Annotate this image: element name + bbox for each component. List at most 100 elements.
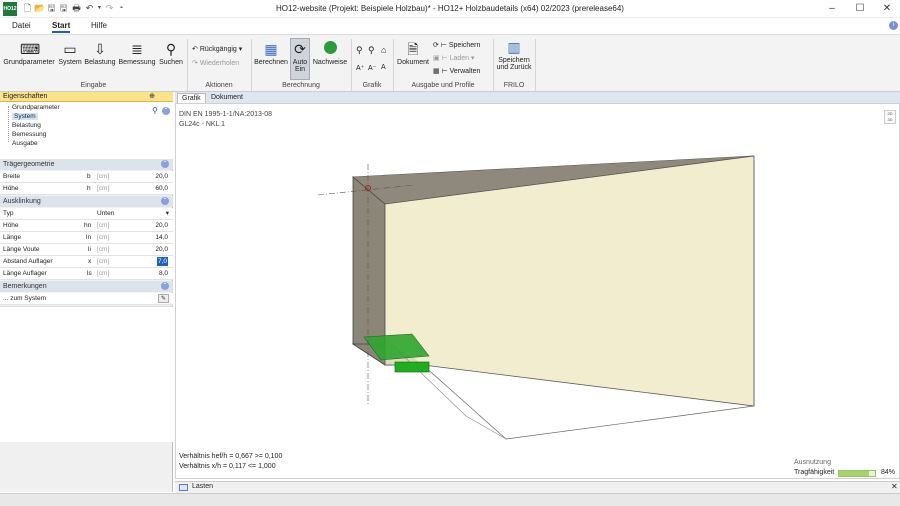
suchen-button[interactable]: ⚲ Suchen [157, 41, 185, 66]
calculator-icon: ▦ [264, 41, 278, 57]
redo-label: Wiederholen [199, 60, 240, 67]
menu-start[interactable]: Start [52, 21, 71, 33]
auto-ein-toggle[interactable]: ⟳ Auto Ein [290, 38, 310, 80]
minimize-button[interactable]: – [822, 2, 842, 16]
font-increase-icon[interactable]: A⁺ [356, 64, 364, 72]
collapse-icon[interactable]: ⌃ [161, 282, 169, 290]
view-tabs: Grafik Dokument [175, 92, 900, 103]
auto-label: Auto [292, 59, 308, 66]
tab-grafik[interactable]: Grafik [177, 93, 206, 103]
berechnen-button[interactable]: ▦ Berechnen [253, 41, 289, 66]
text-style-icon[interactable]: A [381, 64, 386, 71]
suchen-label: Suchen [159, 59, 183, 66]
menu-bar: Datei Start Hilfe i [0, 18, 900, 34]
panel-empty-area [0, 306, 173, 442]
properties-header: Eigenschaften ⊕ [0, 92, 173, 102]
properties-title: Eigenschaften [3, 93, 48, 100]
menu-datei[interactable]: Datei [12, 21, 31, 30]
group-ausgabe-label: Ausgabe und Profile [411, 82, 475, 89]
unit-breite: [cm] [97, 173, 110, 180]
dokument-label: Dokument [397, 59, 429, 66]
lasten-icon [179, 484, 188, 491]
row-hoehe: Höhe h [cm] 60,0 [0, 183, 173, 195]
system-button[interactable]: ▭ System [56, 41, 84, 66]
undo-icon-small: ↶ [192, 46, 200, 53]
auto-refresh-icon: ⟳ [294, 41, 306, 57]
nachweise-button[interactable]: Nachweise [312, 41, 348, 66]
grundparameter-button[interactable]: ⌨ Grundparameter [3, 41, 55, 66]
unit-x: [cm] [97, 258, 110, 265]
system-label: System [58, 59, 82, 66]
frilo-line1: Speichern [498, 57, 530, 64]
row-bemerkung: ... zum System ✎ [0, 293, 173, 305]
profile-refresh-icon: ⟳ ⊢ [433, 42, 449, 49]
edit-note-icon[interactable]: ✎ [158, 294, 169, 303]
search-icon[interactable]: ⚲ [152, 106, 158, 115]
tree-item-bemessung[interactable]: Bemessung [12, 131, 46, 138]
utilization-value: 84% [881, 469, 896, 476]
bemessung-button[interactable]: ≣ Bemessung [117, 41, 157, 66]
label-ln: Länge [3, 234, 22, 241]
menu-hilfe[interactable]: Hilfe [91, 21, 107, 30]
speichern-zurueck-button[interactable]: ▥ Speichern und Zurück [495, 39, 533, 71]
label-x: Abstand Auflager [3, 258, 53, 265]
status-bar [0, 493, 900, 506]
verwalten-profile-button[interactable]: ▦ ⊢ Verwalten [433, 67, 480, 75]
font-decrease-icon[interactable]: A⁻ [368, 64, 376, 72]
label-ls: Länge Auflager [3, 270, 47, 277]
bemessung-label: Bemessung [118, 59, 156, 66]
graphic-canvas[interactable]: DIN EN 1995-1-1/NA:2013-08 GL24c - NKL 1… [175, 103, 900, 479]
group-aktionen-label: Aktionen [205, 82, 233, 89]
row-x: Abstand Auflager x [cm] 7,0 [0, 256, 173, 268]
tree-item-system[interactable]: System [12, 113, 38, 120]
ln-field[interactable]: 14,0 [155, 232, 168, 244]
collapse-tree-icon[interactable]: ⌃ [162, 107, 170, 115]
bemerkung-field[interactable]: ... zum System [3, 293, 46, 305]
section-ausklinkung[interactable]: Ausklinkung ⌃ [0, 196, 173, 207]
utilization-title: Ausnutzung [794, 459, 831, 466]
collapse-icon[interactable]: ⌃ [161, 160, 169, 168]
laden-profile-label: Laden [449, 55, 470, 62]
tree-item-grundparameter[interactable]: Grundparameter [12, 104, 60, 111]
dokument-button[interactable]: 🗎 Dokument [396, 41, 430, 66]
green-status-icon [321, 41, 339, 57]
lasten-panel-tab[interactable]: Lasten ✕ [175, 481, 900, 493]
redo-button[interactable]: ↷ Wiederholen [192, 59, 239, 67]
close-button[interactable]: ✕ [877, 2, 897, 16]
hoehe-field[interactable]: 60,0 [155, 183, 168, 195]
grundparameter-icon: ⌨ [20, 41, 41, 57]
redo-icon-small: ↷ [192, 60, 200, 67]
speichern-profile-button[interactable]: ⟳ ⊢ Speichern [433, 41, 480, 49]
typ-select[interactable]: Unten [97, 208, 114, 220]
tree-item-belastung[interactable]: Belastung [12, 122, 41, 129]
breite-field[interactable]: 20,0 [155, 171, 168, 183]
li-field[interactable]: 20,0 [155, 244, 168, 256]
sym-ln: ln [86, 234, 92, 241]
hn-field[interactable]: 20,0 [155, 220, 168, 232]
collapse-icon[interactable]: ⌃ [161, 197, 169, 205]
home-view-icon[interactable]: ⌂ [381, 45, 386, 55]
section-bemerkungen-title: Bemerkungen [3, 283, 47, 290]
beam-3d-drawing [317, 155, 755, 440]
undo-button[interactable]: ↶ Rückgängig ▾ [192, 45, 242, 53]
group-berechnung-label: Berechnung [282, 82, 320, 89]
help-icon[interactable]: i [889, 21, 898, 30]
close-icon[interactable]: ✕ [891, 482, 898, 491]
belastung-button[interactable]: ⇩ Belastung [84, 41, 116, 66]
tree-item-ausgabe[interactable]: Ausgabe [12, 140, 38, 147]
laden-profile-button[interactable]: ▣ ⊢ Laden ▾ [433, 54, 475, 62]
chevron-down-icon[interactable]: ▾ [166, 208, 169, 220]
pin-icon[interactable]: ⊕ [149, 92, 155, 102]
ls-field[interactable]: 8,0 [159, 268, 168, 280]
x-field[interactable]: 7,0 [156, 257, 168, 266]
unit-ls: [cm] [97, 270, 110, 277]
belastung-label: Belastung [84, 59, 116, 66]
section-bemerkungen[interactable]: Bemerkungen ⌃ [0, 281, 173, 292]
label-hn: Höhe [3, 222, 19, 229]
zoom-out-icon[interactable]: ⚲ [356, 45, 363, 56]
section-ausklinkung-title: Ausklinkung [3, 198, 41, 205]
tab-dokument[interactable]: Dokument [207, 93, 247, 103]
section-traegergeometrie[interactable]: Trägergeometrie ⌃ [0, 159, 173, 170]
zoom-in-icon[interactable]: ⚲ [368, 45, 375, 56]
maximize-button[interactable]: ☐ [850, 2, 870, 16]
